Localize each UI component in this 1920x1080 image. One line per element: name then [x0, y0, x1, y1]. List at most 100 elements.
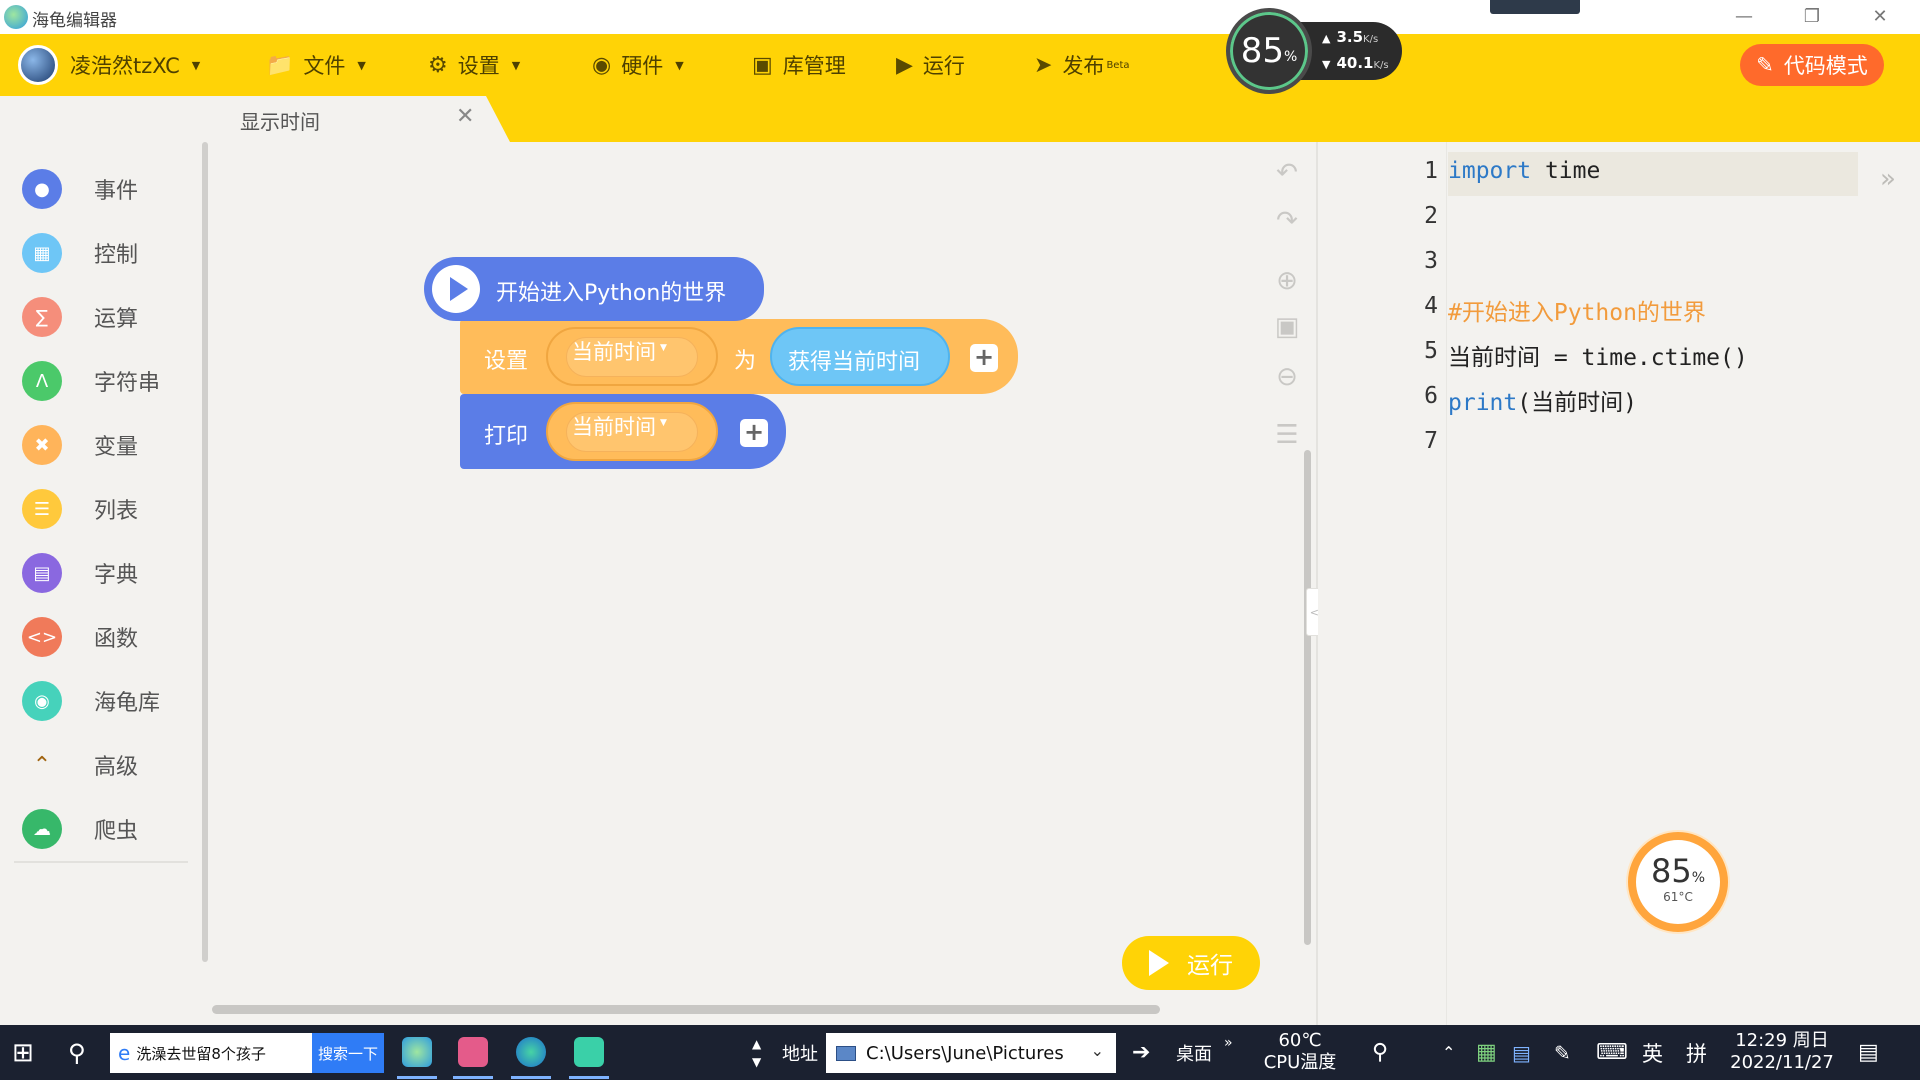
code-mode-button[interactable]: ✎ 代码模式 — [1740, 44, 1884, 86]
minimize-button[interactable]: — — [1716, 0, 1772, 34]
sidebar-item-turtle-library[interactable]: ◉ 海龟库 — [22, 677, 160, 725]
start-button[interactable]: ⊞ — [12, 1025, 34, 1080]
sidebar-scrollbar[interactable] — [202, 142, 208, 962]
close-window-button[interactable]: ✕ — [1852, 0, 1908, 34]
code-preview-panel[interactable]: 1 2 3 4 5 6 7 import time #开始进入Python的世界… — [1318, 142, 1920, 1025]
collapse-panel-icon[interactable]: » — [1880, 164, 1896, 194]
toolbar-run-button[interactable]: ▶ 运行 — [896, 34, 965, 96]
sidebar-item-events[interactable]: ● 事件 — [22, 165, 138, 213]
set-variable-block[interactable]: 设置 当前时间 ▼ 为 获得当前时间 + — [460, 319, 1018, 394]
sidebar-item-functions[interactable]: <> 函数 — [22, 613, 138, 661]
arrange-blocks-icon[interactable]: ☰ — [1272, 420, 1302, 450]
go-arrow-icon[interactable]: ➔ — [1132, 1025, 1150, 1080]
list-icon: ☰ — [22, 489, 62, 529]
notification-icon[interactable]: ▤ — [1858, 1025, 1879, 1080]
sidebar-item-crawler[interactable]: ☁ 爬虫 — [22, 805, 138, 853]
toolbar-overflow-icon[interactable]: » — [1224, 1015, 1233, 1070]
tab-show-time[interactable]: 显示时间 ✕ — [210, 96, 510, 142]
pen-icon[interactable]: ✎ — [1554, 1025, 1571, 1080]
translate-icon[interactable]: ▤ — [1512, 1025, 1531, 1080]
desktop-toolbar[interactable]: 桌面 — [1176, 1025, 1212, 1080]
chevron-down-icon: ▼ — [511, 58, 521, 72]
workspace-horizontal-scrollbar[interactable] — [212, 1005, 1160, 1014]
search-button[interactable]: 搜索一下 — [312, 1033, 384, 1073]
taskbar-search-input[interactable]: e 洗澡去世留8个孩子 — [110, 1033, 312, 1073]
toggle-icon: ● — [22, 169, 62, 209]
restore-button[interactable]: ❐ — [1784, 0, 1840, 34]
turtle-editor-taskbar-icon[interactable] — [402, 1037, 432, 1067]
active-indicator — [511, 1076, 551, 1079]
settings-menu[interactable]: ⚙ 设置 ▼ — [428, 34, 520, 96]
redo-icon[interactable]: ↷ — [1272, 206, 1302, 236]
tray-expand-icon[interactable]: ⌃ — [1442, 1025, 1455, 1080]
search-icon[interactable]: ⚲ — [68, 1025, 86, 1080]
address-bar-input[interactable]: C:\Users\June\Pictures ⌄ — [826, 1033, 1116, 1073]
search-text: 洗澡去世留8个孩子 — [136, 1044, 266, 1063]
ime-language[interactable]: 英 — [1642, 1025, 1663, 1080]
hardware-menu[interactable]: ◉ 硬件 ▼ — [592, 34, 684, 96]
zoom-reset-icon[interactable]: ▣ — [1272, 312, 1302, 342]
window-title: 海龟编辑器 — [32, 11, 117, 31]
play-icon[interactable] — [432, 265, 480, 313]
tray-app-icon[interactable]: ▦ — [1476, 1025, 1497, 1080]
memory-percent: 85 — [1240, 31, 1284, 71]
edge-browser-icon[interactable] — [516, 1037, 546, 1067]
close-tab-icon[interactable]: ✕ — [456, 104, 474, 129]
start-hat-block[interactable]: 开始进入Python的世界 — [424, 257, 764, 321]
library-manager-button[interactable]: ▣ 库管理 — [752, 34, 846, 96]
sidebar-item-label: 列表 — [94, 499, 139, 524]
line-number: 3 — [1424, 248, 1438, 274]
sidebar-item-advanced[interactable]: ⌃ 高级 — [22, 741, 138, 789]
user-menu[interactable]: 凌浩然tzXC ▼ — [18, 34, 200, 96]
sidebar-item-control[interactable]: ▦ 控制 — [22, 229, 138, 277]
toolbar-scroll-arrows[interactable]: ▲ ▼ — [752, 1025, 761, 1080]
windows-taskbar: ⊞ ⚲ e 洗澡去世留8个孩子 搜索一下 ▲ ▼ 地址 C:\Users\June… — [0, 1025, 1920, 1080]
sidebar-item-lists[interactable]: ☰ 列表 — [22, 485, 138, 533]
gutter-divider — [1446, 142, 1447, 1025]
cpu-gauge-widget[interactable]: 85% 61°C — [1628, 832, 1728, 932]
zoom-out-icon[interactable]: ⊖ — [1272, 362, 1302, 392]
system-clock[interactable]: 12:29 周日 2022/11/27 — [1726, 1030, 1838, 1074]
print-block[interactable]: 打印 当前时间 ▼ + — [460, 394, 786, 469]
file-menu-label: 文件 — [303, 54, 346, 78]
sidebar-item-variables[interactable]: ✖ 变量 — [22, 421, 138, 469]
sidebar-item-strings[interactable]: Λ 字符串 — [22, 357, 160, 405]
block-category-sidebar: ● 事件 ▦ 控制 ∑ 运算 Λ 字符串 ✖ 变量 ☰ 列表 ▤ 字典 <> 函… — [0, 142, 210, 1025]
beta-badge: Beta — [1106, 59, 1130, 71]
publish-button[interactable]: ➤ 发布 Beta — [1034, 34, 1130, 96]
cpu-temperature: 61°C — [1663, 890, 1693, 904]
sidebar-item-operators[interactable]: ∑ 运算 — [22, 293, 138, 341]
address-label: 地址 — [782, 1043, 818, 1065]
add-input-button[interactable]: + — [740, 419, 768, 447]
music-app-icon[interactable] — [458, 1037, 488, 1067]
network-speed-widget[interactable]: 85% ▲ 3.5K/s ▼ 40.1K/s — [1226, 8, 1404, 94]
app-taskbar-icon[interactable] — [574, 1037, 604, 1067]
app-logo-icon — [4, 5, 28, 29]
ime-mode[interactable]: 拼 — [1686, 1025, 1707, 1080]
cpu-temp-label: CPU温度 — [1263, 1052, 1337, 1073]
code-line-4-comment: #开始进入Python的世界 — [1448, 300, 1706, 326]
keyword-token: import — [1448, 158, 1532, 184]
sidebar-item-dictionary[interactable]: ▤ 字典 — [22, 549, 138, 597]
workspace-vertical-scrollbar[interactable] — [1304, 450, 1311, 945]
people-icon[interactable]: ⚲ — [1372, 1025, 1388, 1080]
clock-date: 2022/11/27 — [1730, 1052, 1834, 1073]
code-line-1: import time — [1448, 158, 1600, 184]
calculator-icon: ∑ — [22, 297, 62, 337]
keyboard-icon[interactable]: ⌨ — [1596, 1025, 1628, 1080]
zoom-in-icon[interactable]: ⊕ — [1272, 266, 1302, 296]
get-current-time-block[interactable]: 获得当前时间 — [770, 327, 950, 386]
workspace-run-button[interactable]: 运行 — [1122, 936, 1260, 990]
add-input-button[interactable]: + — [970, 344, 998, 372]
print-variable-dropdown[interactable]: 当前时间 ▼ — [546, 402, 718, 461]
set-variable-dropdown[interactable]: 当前时间 ▼ — [546, 327, 718, 386]
file-menu[interactable]: 📁 文件 ▼ — [266, 34, 366, 96]
block-workspace[interactable] — [212, 142, 1316, 1025]
chevron-down-icon[interactable]: ⌄ — [1091, 1041, 1104, 1060]
hardware-menu-label: 硬件 — [621, 54, 664, 78]
print-variable-name: 当前时间 — [572, 415, 656, 439]
undo-icon[interactable]: ↶ — [1272, 158, 1302, 188]
paper-plane-icon: ➤ — [1034, 52, 1053, 78]
upload-rate: ▲ 3.5K/s — [1322, 28, 1378, 46]
inbox-icon: ▣ — [752, 52, 773, 78]
